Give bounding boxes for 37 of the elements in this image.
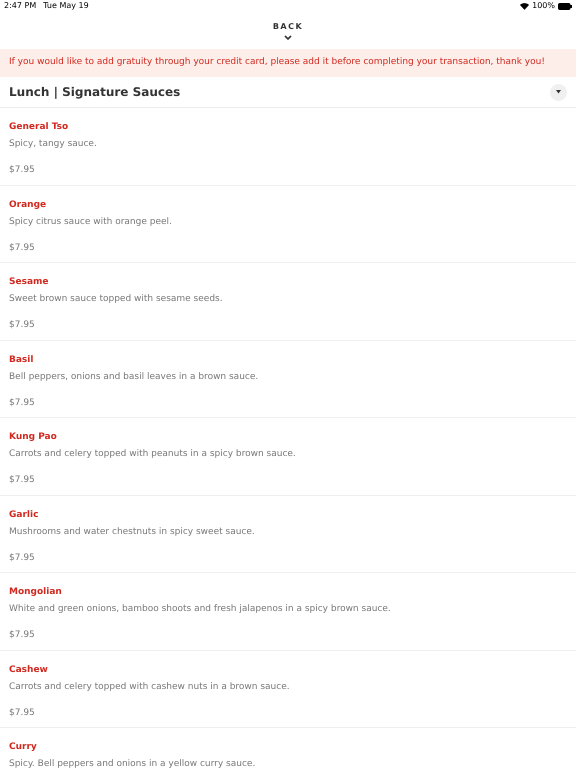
item-price: $7.95	[9, 396, 36, 410]
item-name[interactable]: Curry	[9, 740, 567, 754]
section-toggle-button[interactable]	[550, 84, 567, 100]
item-price: $7.95	[9, 706, 36, 720]
chevron-down-icon	[284, 34, 292, 40]
item-price: $7.95	[9, 242, 36, 254]
item-description: Spicy. Bell peppers and onions in a yellow curry sauce.	[9, 758, 256, 768]
item-description: Bell peppers, onions and basil leaves in a brown sauce.	[9, 370, 260, 384]
caret-icon	[556, 90, 561, 94]
item-price: $7.95	[9, 164, 36, 177]
item-price: $7.95	[9, 319, 36, 332]
item-price: $7.95	[9, 552, 36, 564]
item-name[interactable]: Orange	[9, 198, 567, 212]
status-date: Tue May 19	[43, 0, 89, 12]
item-description: Carrots and celery topped with cashew nuts in a brown sauce.	[9, 680, 291, 694]
item-name[interactable]: Cashew	[9, 662, 567, 676]
item-name[interactable]: Garlic	[9, 508, 567, 522]
item-description: Sweet brown sauce topped with sesame seeds.	[9, 293, 224, 306]
item-description: Carrots and celery topped with peanuts in a spicy brown sauce.	[9, 448, 297, 461]
gratuity-notice: If you would like to add gratuity through your credit card, please add it before completing your transaction, thank you!	[0, 49, 576, 77]
item-description: White and green onions, bamboo shoots and fresh jalapenos in a spicy brown sauce.	[9, 603, 392, 616]
item-description: Spicy citrus sauce with orange peel.	[9, 216, 173, 228]
battery-icon	[558, 2, 572, 10]
back-button[interactable]: BACK	[272, 20, 304, 40]
item-name[interactable]: Kung Pao	[9, 430, 567, 444]
section-title: Lunch | Signature Sauces	[9, 84, 182, 101]
item-name[interactable]: Sesame	[9, 275, 567, 289]
item-price: $7.95	[9, 474, 36, 487]
item-price: $7.95	[9, 629, 36, 642]
item-description: Mushrooms and water chestnuts in spicy sweet sauce.	[9, 526, 256, 538]
status-time: 2:47 PM	[4, 0, 36, 12]
battery-level: 100%	[532, 0, 555, 12]
item-description: Spicy, tangy sauce.	[9, 138, 98, 151]
item-name[interactable]: Mongolian	[9, 585, 567, 599]
wifi-icon	[520, 2, 530, 10]
item-name[interactable]: General Tso	[9, 120, 567, 134]
item-name[interactable]: Basil	[9, 352, 567, 366]
